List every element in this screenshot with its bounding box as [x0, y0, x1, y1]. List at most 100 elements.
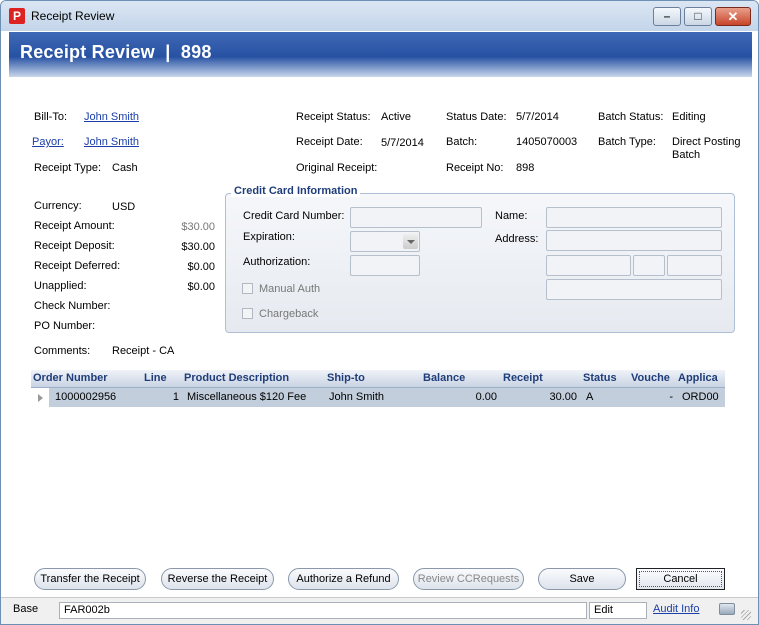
cell-receipt: 30.00	[549, 391, 577, 403]
cell-applied: ORD00	[682, 391, 719, 403]
batch-label: Batch:	[446, 136, 478, 148]
column-balance[interactable]: Balance	[423, 372, 465, 384]
po-number-label: PO Number:	[34, 320, 96, 332]
save-button[interactable]: Save	[538, 568, 626, 590]
printer-icon[interactable]	[719, 603, 735, 615]
transfer-receipt-button[interactable]: Transfer the Receipt	[34, 568, 146, 590]
chargeback-label: Chargeback	[259, 308, 319, 320]
cancel-button[interactable]: Cancel	[636, 568, 725, 590]
column-product-description[interactable]: Product Description	[184, 372, 289, 384]
unapplied-label: Unapplied:	[34, 280, 87, 292]
cell-ship-to: John Smith	[329, 391, 385, 403]
cell-product: Miscellaneous $120 Fee	[187, 391, 307, 403]
authorization-label: Authorization:	[243, 256, 311, 268]
receipt-amount-label: Receipt Amount:	[34, 220, 115, 232]
receipt-amount-value: $30.00	[181, 221, 215, 233]
column-applied[interactable]: Applica	[678, 372, 718, 384]
receipt-deposit-value: $30.00	[181, 241, 215, 253]
receipt-review-window: P Receipt Review – □ ✕ Receipt Review | …	[0, 0, 759, 625]
column-status[interactable]: Status	[583, 372, 617, 384]
batch-status-label: Batch Status:	[598, 111, 664, 123]
receipt-no-label: Receipt No:	[446, 162, 504, 174]
review-cc-requests-button[interactable]: Review CCRequests	[413, 568, 524, 590]
status-bar: Base FAR002b Edit Audit Info	[1, 597, 758, 624]
cell-line: 1	[172, 391, 179, 403]
payor-label-link[interactable]: Payor:	[32, 136, 64, 148]
cell-order-number: 1000002956	[55, 391, 117, 403]
receipt-status-label: Receipt Status:	[296, 111, 371, 123]
table-row[interactable]: 1000002956 1 Miscellaneous $120 Fee John…	[31, 388, 725, 407]
minimize-button[interactable]: –	[653, 7, 681, 26]
manual-auth-label: Manual Auth	[259, 283, 321, 295]
payor-link[interactable]: John Smith	[84, 136, 139, 148]
status-edit-state: Edit	[589, 602, 647, 619]
cell-voucher: -	[669, 391, 673, 403]
receipt-type-value: Cash	[112, 162, 138, 174]
bill-to-label: Bill-To:	[34, 111, 68, 123]
check-number-label: Check Number:	[34, 300, 111, 312]
name-field[interactable]	[546, 207, 722, 228]
address-label: Address:	[495, 233, 539, 245]
column-ship-to[interactable]: Ship-to	[327, 372, 365, 384]
batch-type-label: Batch Type:	[598, 136, 656, 148]
name-label: Name:	[495, 210, 528, 222]
expiration-select[interactable]	[350, 231, 420, 252]
column-receipt[interactable]: Receipt	[503, 372, 543, 384]
row-selector-icon[interactable]	[31, 388, 49, 407]
authorize-refund-button[interactable]: Authorize a Refund	[288, 568, 399, 590]
receipt-deposit-label: Receipt Deposit:	[34, 240, 115, 252]
unapplied-value: $0.00	[187, 281, 215, 293]
batch-value: 1405070003	[516, 136, 578, 148]
chargeback-checkbox[interactable]	[242, 308, 253, 319]
batch-type-value-line1: Direct Posting	[672, 136, 741, 148]
receipt-date-label: Receipt Date:	[296, 136, 363, 148]
receipt-no-value: 898	[516, 162, 535, 174]
city-field[interactable]	[546, 255, 631, 276]
receipt-deferred-value: $0.00	[187, 261, 215, 273]
maximize-button[interactable]: □	[684, 7, 712, 26]
manual-auth-checkbox[interactable]	[242, 283, 253, 294]
cc-number-label: Credit Card Number:	[243, 210, 345, 222]
comments-label: Comments:	[34, 345, 91, 357]
country-field[interactable]	[546, 279, 722, 300]
state-field[interactable]	[633, 255, 665, 276]
cell-status: A	[586, 391, 594, 403]
column-line[interactable]: Line	[144, 372, 167, 384]
orders-grid-header: Order Number Line Product Description Sh…	[31, 370, 725, 388]
currency-value: USD	[112, 201, 136, 213]
batch-status-value: Editing	[672, 111, 706, 123]
currency-label: Currency:	[34, 200, 82, 212]
audit-info-link[interactable]: Audit Info	[653, 603, 699, 615]
resize-grip-icon[interactable]	[741, 610, 751, 620]
receipt-deferred-label: Receipt Deferred:	[34, 260, 121, 272]
original-receipt-label: Original Receipt:	[296, 162, 378, 174]
status-date-value: 5/7/2014	[516, 111, 559, 123]
address-line1-field[interactable]	[546, 230, 722, 251]
maximize-icon: □	[694, 9, 702, 23]
status-form-id: FAR002b	[59, 602, 587, 619]
title-bar: P Receipt Review – □ ✕	[1, 1, 758, 31]
page-header: Receipt Review | 898	[9, 32, 752, 77]
column-voucher[interactable]: Vouche	[631, 372, 670, 384]
page-title: Receipt Review | 898	[20, 42, 212, 62]
expiration-label: Expiration:	[243, 231, 295, 243]
receipt-date-value: 5/7/2014	[381, 137, 424, 149]
reverse-receipt-button[interactable]: Reverse the Receipt	[161, 568, 274, 590]
cc-number-field[interactable]	[350, 207, 482, 228]
close-icon: ✕	[727, 9, 739, 24]
credit-card-legend: Credit Card Information	[231, 185, 361, 197]
cell-balance: 0.00	[475, 391, 497, 403]
chevron-down-icon[interactable]	[403, 234, 418, 249]
authorization-field[interactable]	[350, 255, 420, 276]
batch-type-value-line2: Batch	[672, 149, 701, 161]
receipt-type-label: Receipt Type:	[34, 162, 102, 174]
window-title: Receipt Review	[31, 9, 115, 23]
zip-field[interactable]	[667, 255, 722, 276]
column-order-number[interactable]: Order Number	[33, 372, 108, 384]
app-logo-icon: P	[9, 8, 25, 24]
status-mode: Base	[13, 603, 39, 615]
bill-to-link[interactable]: John Smith	[84, 111, 139, 123]
minimize-icon: –	[663, 9, 671, 23]
close-button[interactable]: ✕	[715, 7, 751, 26]
receipt-status-value: Active	[381, 111, 411, 123]
